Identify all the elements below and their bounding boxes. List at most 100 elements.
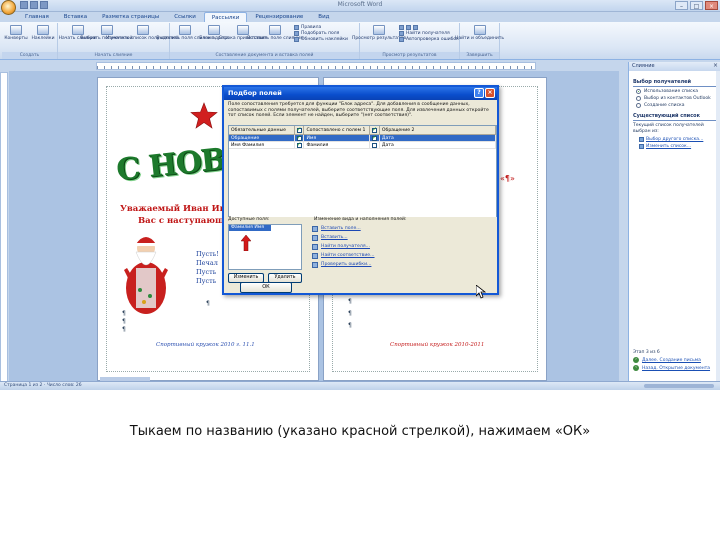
section-existing-list: Существующий список xyxy=(633,113,700,119)
table-row[interactable]: Обращение Имя Дата xyxy=(229,135,496,142)
find-recipient-button[interactable]: Найти получателя xyxy=(399,31,459,36)
checkbox[interactable] xyxy=(296,135,302,141)
maximize-button[interactable]: □ xyxy=(690,1,703,10)
available-fields-list[interactable]: Фамилия Имя xyxy=(228,224,302,270)
signature-left: Спортивный кружок 2010 г. 11.1 xyxy=(156,342,255,348)
column-match-1: Сопоставлено с полем 1 xyxy=(304,126,370,134)
recipients-icon xyxy=(100,25,113,35)
radio-create-list[interactable]: Создание списка xyxy=(636,103,716,108)
next-step-link[interactable]: › Далее. Создание письма xyxy=(633,357,716,363)
dialog-description: Поле сопоставления требуется для функции… xyxy=(228,102,489,119)
radio-use-list[interactable]: Использование списка xyxy=(636,89,716,94)
mouse-cursor-icon xyxy=(476,285,486,299)
checkbox[interactable] xyxy=(296,126,302,133)
task-pane-steps: Этап 3 из 6 › Далее. Создание письма ‹ Наз… xyxy=(629,350,720,373)
list-icon xyxy=(639,137,644,142)
zoom-slider[interactable] xyxy=(644,384,714,388)
preview-results-button[interactable]: Просмотр результатов xyxy=(352,25,406,49)
fields-small-buttons: Правила Подобрать поля Обновить наклейки xyxy=(294,25,348,49)
labels-button[interactable]: Наклейки xyxy=(31,25,55,49)
window-title: Microsoft Word xyxy=(337,1,383,8)
word-window-screenshot: Microsoft Word – □ × Главная Вставка Раз… xyxy=(0,0,720,390)
highlight-fields-button[interactable]: Выделить поля слияния xyxy=(156,25,214,49)
actions-label: Изменение вида и наполнения полей: xyxy=(314,217,407,222)
horizontal-ruler[interactable] xyxy=(96,62,536,70)
checkbox[interactable] xyxy=(296,142,302,148)
list-item[interactable]: Фамилия Имя xyxy=(229,225,271,231)
find-icon xyxy=(312,243,318,250)
task-pane-scrollbar[interactable] xyxy=(716,71,720,381)
group-start-merge: Начать слияние Выбрать получателей Измен… xyxy=(58,23,179,59)
group-name: Создать xyxy=(2,52,57,59)
group-name: Просмотр результатов xyxy=(360,52,459,59)
window-controls: – □ × xyxy=(675,1,718,10)
match-fields-icon xyxy=(294,31,299,36)
poem-text: Пусть! Печал Пусть Пусть xyxy=(196,250,219,285)
group-name: Завершить xyxy=(460,52,499,59)
auto-check-errors-button[interactable]: Автопроверка ошибок xyxy=(399,37,459,42)
dialog-close-button[interactable]: × xyxy=(485,88,495,98)
step-indicator: Этап 3 из 6 xyxy=(633,350,660,355)
match-icon xyxy=(312,252,318,259)
match-fields-button[interactable]: Подобрать поля xyxy=(294,31,348,36)
prev-record-icon xyxy=(406,25,411,30)
list-icon xyxy=(136,25,149,35)
existing-list-text: Текущий список получателей выбран из: xyxy=(633,123,704,134)
close-button[interactable]: × xyxy=(705,1,718,10)
help-button[interactable]: ? xyxy=(474,88,484,98)
ribbon: Конверты Наклейки Создать Начать слияние… xyxy=(0,22,720,60)
radio-icon xyxy=(636,96,641,101)
insert-icon xyxy=(312,234,318,241)
ok-button[interactable]: ОК xyxy=(240,282,292,293)
title-bar: Microsoft Word – □ × xyxy=(0,0,720,15)
insert-merge-field-button[interactable]: Вставить поле слияния xyxy=(247,25,303,49)
record-nav[interactable] xyxy=(399,25,459,30)
group-write-insert-fields: Выделить поля слияния Блок адреса Строка… xyxy=(156,23,360,59)
envelopes-button[interactable]: Конверты xyxy=(4,25,28,49)
red-arrow-icon xyxy=(241,235,251,251)
actions-list: Вставить поле... Вставить... Найти получ… xyxy=(312,224,402,269)
update-labels-button[interactable]: Обновить наклейки xyxy=(294,37,348,42)
radio-outlook-contacts[interactable]: Выбор из контактов Outlook xyxy=(636,96,716,101)
select-other-list-link[interactable]: Выбор другого списка... xyxy=(639,137,716,142)
grid-header: Обязательные данные Сопоставлено с полем… xyxy=(229,126,496,135)
section-select-recipients: Выбор получателей xyxy=(633,79,692,85)
update-icon xyxy=(294,37,299,42)
status-bar: Страница 1 из 2 · Число слов: 26 xyxy=(0,381,720,390)
finish-merge-button[interactable]: Найти и объединить xyxy=(455,25,504,49)
check-icon xyxy=(312,261,318,268)
checkbox[interactable] xyxy=(371,126,377,133)
envelope-icon xyxy=(10,25,22,35)
edit-list-link[interactable]: Изменить список... xyxy=(639,144,716,149)
insert-link[interactable]: Вставить... xyxy=(312,233,402,242)
checkbox[interactable] xyxy=(371,135,377,141)
dialog-title-bar[interactable]: Подбор полей ? × xyxy=(224,87,497,100)
office-button[interactable] xyxy=(1,0,16,15)
field-icon xyxy=(312,225,318,232)
group-finish: Найти и объединить Завершить xyxy=(455,23,504,59)
column-match-2: Обращение 2 xyxy=(380,126,496,134)
find-recipient-link[interactable]: Найти получателя... xyxy=(312,242,402,251)
available-fields-label: Доступные поля: xyxy=(228,217,270,222)
group-name: Составление документа и вставка полей xyxy=(170,52,359,59)
table-row[interactable]: Имя Фамилия Фамилия Дата xyxy=(229,142,496,149)
previous-step-link[interactable]: ‹ Назад. Открытие документа xyxy=(633,365,716,371)
next-record-icon xyxy=(413,25,418,30)
vertical-ruler[interactable] xyxy=(0,72,8,382)
greeting-icon xyxy=(237,25,249,35)
check-errors-link[interactable]: Проверить ошибки... xyxy=(312,260,402,269)
checkbox[interactable] xyxy=(371,142,377,148)
preview-icon xyxy=(373,25,385,35)
radio-icon xyxy=(636,103,641,108)
rules-button[interactable]: Правила xyxy=(294,25,348,30)
finish-icon xyxy=(473,25,486,35)
highlight-icon xyxy=(179,25,191,35)
find-match-link[interactable]: Найти соответствие... xyxy=(312,251,402,260)
column-required: Обязательные данные xyxy=(229,126,295,134)
dialog-lower-section: Доступные поля: Фамилия Имя Изменить Уда… xyxy=(228,217,497,285)
edit-icon xyxy=(639,144,644,149)
minimize-button[interactable]: – xyxy=(675,1,688,10)
insert-field-link[interactable]: Вставить поле... xyxy=(312,224,402,233)
rules-icon xyxy=(294,25,299,30)
close-icon[interactable]: × xyxy=(713,62,718,69)
